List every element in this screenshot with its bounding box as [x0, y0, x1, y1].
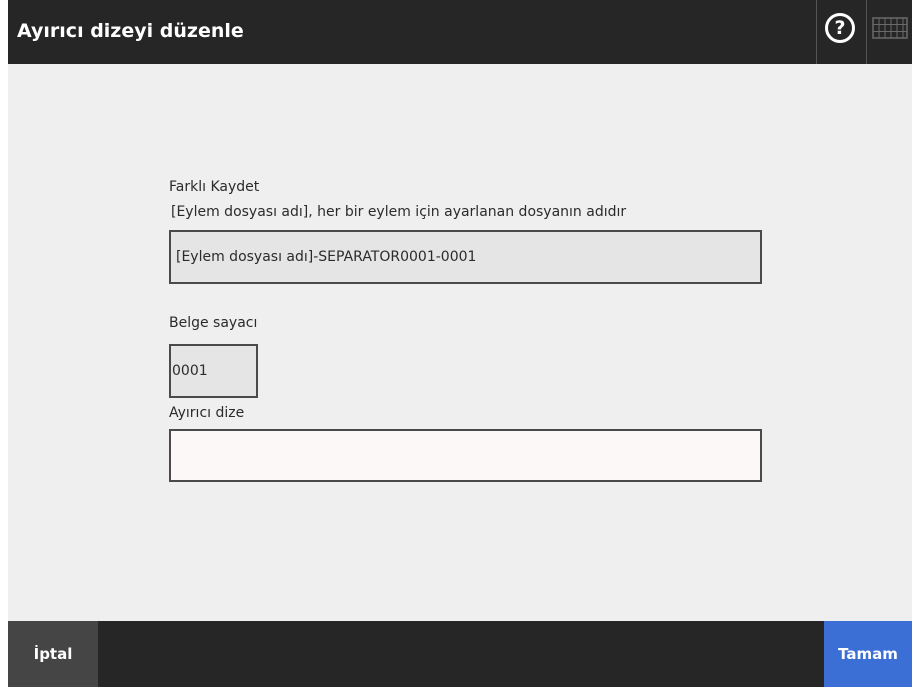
cancel-button[interactable]: İptal	[8, 621, 98, 687]
title-bar: Ayırıcı dizeyi düzenle ?	[8, 0, 912, 64]
keyboard-button[interactable]	[866, 0, 912, 64]
separator-string-label: Ayırıcı dize	[169, 405, 245, 421]
question-mark-circle-icon: ?	[825, 13, 855, 43]
save-as-field[interactable]: [Eylem dosyası adı]-SEPARATOR0001-0001	[169, 230, 762, 284]
save-as-label: Farklı Kaydet	[169, 179, 260, 195]
help-button[interactable]: ?	[816, 0, 866, 64]
document-counter-field[interactable]: 0001	[169, 344, 258, 398]
save-as-hint: [Eylem dosyası adı], her bir eylem için …	[171, 204, 627, 220]
document-counter-label: Belge sayacı	[169, 315, 258, 331]
keyboard-icon	[872, 17, 908, 39]
footer-bar: İptal Tamam	[8, 621, 912, 687]
window-title: Ayırıcı dizeyi düzenle	[17, 20, 244, 42]
dialog-window: Ayırıcı dizeyi düzenle ? Farklı Kaydet […	[8, 0, 912, 687]
separator-string-input[interactable]	[169, 429, 762, 482]
ok-button[interactable]: Tamam	[824, 621, 912, 687]
